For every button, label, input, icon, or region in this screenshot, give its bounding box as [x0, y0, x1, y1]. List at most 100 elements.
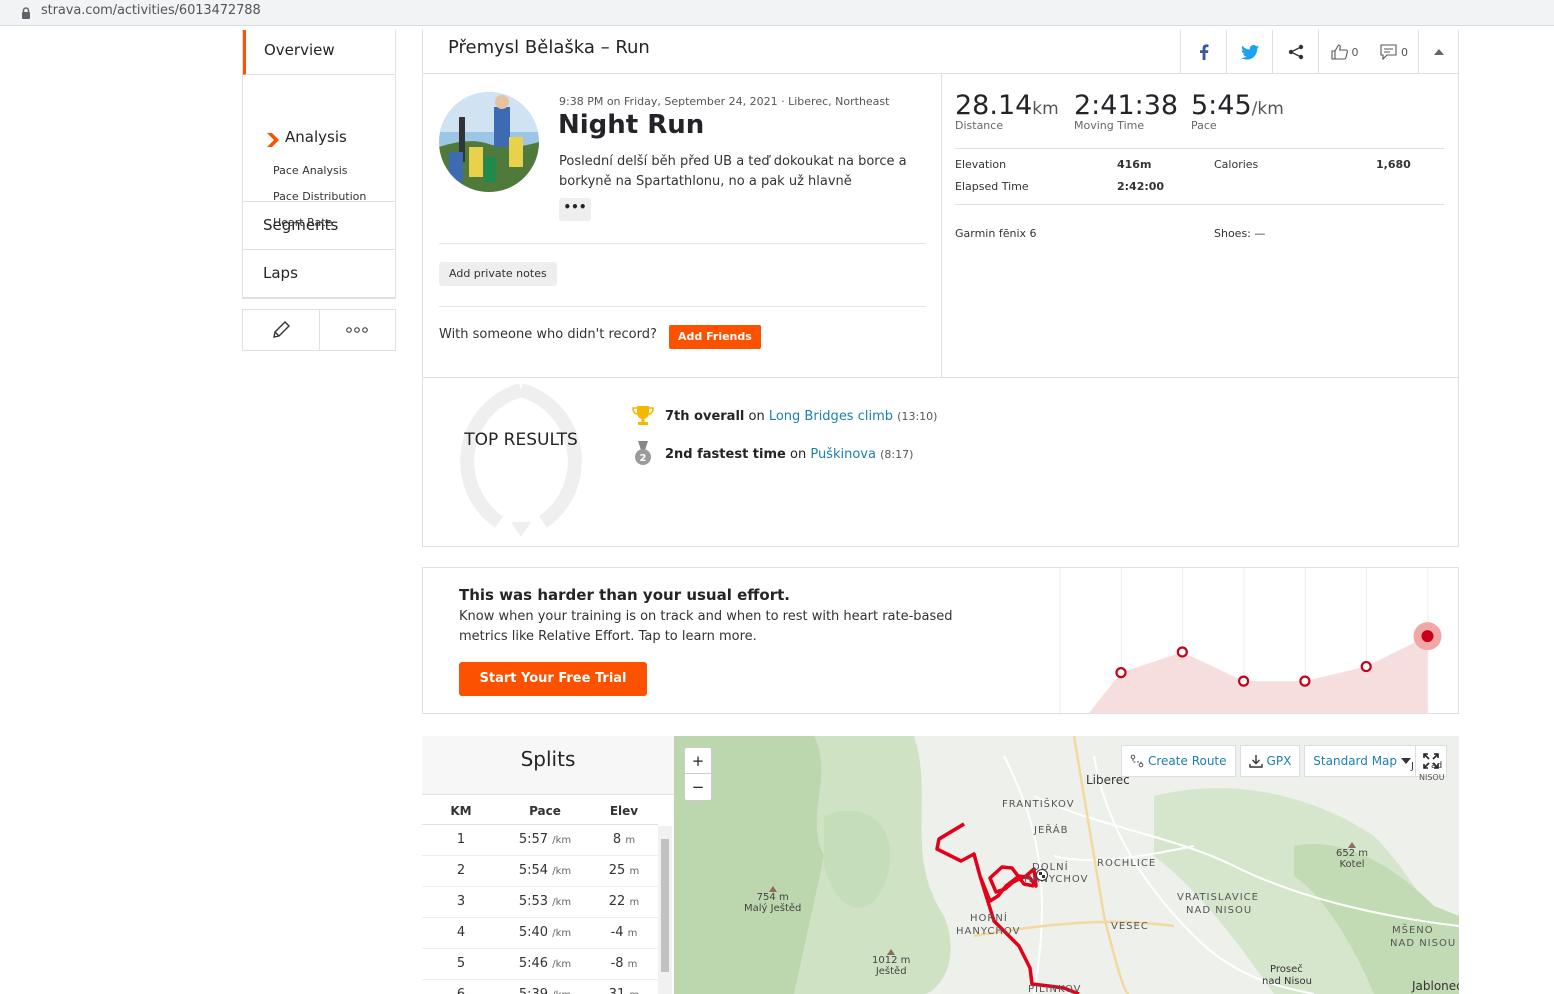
achievement-row: 7th overall on Long Bridges climb (13:10… [631, 405, 937, 427]
calories-label: Calories [1214, 158, 1259, 171]
moving-time-value: 2:41:38 [1074, 90, 1179, 121]
shoes-info: Shoes: — [1214, 227, 1266, 240]
map-label: NAD NISOU [1390, 938, 1457, 949]
split-elev-unit: m [627, 928, 638, 939]
split-pace-value: 5:46 [518, 956, 549, 971]
segment-link-puskinova[interactable]: Puškinova [810, 447, 876, 462]
svg-text:2: 2 [640, 453, 647, 464]
collapse-button[interactable] [1418, 30, 1458, 74]
stat-distance: 28.14km Distance [955, 90, 1059, 132]
map-label: NAD NISOU [1186, 905, 1253, 916]
split-km: 4 [422, 917, 500, 949]
split-pace-unit: /km [552, 897, 572, 908]
twitter-share-button[interactable] [1226, 30, 1272, 74]
distance-value: 28.14 [955, 90, 1033, 121]
add-private-notes-button[interactable]: Add private notes [439, 262, 557, 286]
ellipsis-icon [346, 327, 369, 333]
split-elev: 31 m [590, 979, 658, 994]
map-label: JEŘÁB [1034, 825, 1069, 836]
split-pace-value: 5:57 [518, 832, 549, 847]
split-pace: 5:54 /km [500, 855, 590, 887]
pace-value: 5:45 [1191, 90, 1252, 121]
split-pace-value: 5:40 [518, 925, 549, 940]
split-km: 6 [422, 979, 500, 994]
sidebar-item-analysis[interactable]: Analysis [285, 128, 347, 146]
split-km: 5 [422, 948, 500, 980]
url-text[interactable]: strava.com/activities/6013472788 [41, 3, 261, 18]
split-elev-unit: m [627, 959, 638, 970]
divider [439, 243, 926, 244]
split-pace-unit: /km [552, 866, 572, 877]
split-pace-value: 5:39 [519, 987, 548, 994]
split-elev-value: 31 [609, 987, 626, 994]
map-label: VESEC [1111, 921, 1149, 932]
activity-title: Night Run [558, 110, 705, 140]
split-row: 2 5:54 /km 25 m [422, 855, 658, 887]
segment-link-long-bridges[interactable]: Long Bridges climb [769, 409, 893, 424]
sidebar-item-overview[interactable]: Overview [243, 30, 395, 75]
split-elev: 25 m [590, 855, 658, 887]
map-label: J [1411, 761, 1414, 772]
split-pace-value: 5:53 [518, 894, 549, 909]
map-label: VRATISLAVICE [1177, 892, 1259, 903]
map-label: HANYCHOV [956, 926, 1021, 937]
sidebar-item-laps[interactable]: Laps [243, 250, 395, 298]
split-km: 2 [422, 855, 500, 887]
stat-pace: 5:45/km Pace [1191, 90, 1284, 132]
relative-effort-chart [1059, 568, 1442, 713]
split-row: 5 5:46 /km -8 m [422, 948, 658, 980]
pace-unit: /km [1251, 99, 1284, 119]
caret-up-icon [1433, 49, 1444, 55]
map-label: Proseč [1270, 964, 1303, 975]
start-free-trial-button[interactable]: Start Your Free Trial [459, 662, 647, 696]
peak-name: Ještěd [875, 966, 907, 977]
more-actions-button[interactable] [320, 310, 396, 350]
avatar-photo [439, 92, 539, 192]
add-friends-button[interactable]: Add Friends [669, 325, 761, 349]
map-label: MŠENO [1392, 925, 1434, 936]
comments-button[interactable]: 0 [1370, 30, 1418, 74]
split-pace-unit: /km [552, 928, 572, 939]
route-map[interactable]: + − Create Route GPX Standard Map Libere… [674, 736, 1459, 994]
zoom-in-button[interactable]: + [685, 748, 711, 774]
effort-point [1360, 660, 1372, 673]
sidebar-item-pace-analysis[interactable]: Pace Analysis [273, 164, 348, 177]
address-bar[interactable]: strava.com/activities/6013472788 [0, 0, 1554, 26]
scrollbar-thumb[interactable] [661, 839, 669, 972]
gpx-download-button[interactable]: GPX [1239, 745, 1301, 777]
activity-meta: 9:38 PM on Friday, September 24, 2021 · … [559, 95, 890, 108]
trophy-icon [632, 406, 654, 425]
facebook-share-button[interactable] [1180, 30, 1226, 74]
route-icon [1130, 754, 1144, 768]
splits-title: Splits [422, 736, 674, 795]
splits-scrollbar[interactable] [658, 826, 672, 994]
zoom-out-button[interactable]: − [685, 774, 711, 800]
show-more-button[interactable]: ••• [559, 198, 591, 221]
activity-header-title: Přemysl Bělaška – Run [448, 37, 650, 58]
share-button[interactable] [1272, 30, 1318, 74]
split-elev-value: -4 [610, 925, 624, 940]
stat-moving-time: 2:41:38 Moving Time [1074, 90, 1178, 132]
split-pace: 5:40 /km [500, 917, 590, 949]
map-label: HANYCHOV [1024, 874, 1089, 885]
sidebar-item-pace-distribution[interactable]: Pace Distribution [273, 190, 366, 203]
effort-area [1089, 636, 1428, 713]
map-label: Liberec [1086, 773, 1130, 787]
peak-marker: 1012 m Ještěd [872, 949, 910, 977]
with-someone-text: With someone who didn't record? [439, 327, 657, 342]
map-label: nad Nisou [1262, 976, 1312, 987]
sidebar-item-heart-rate[interactable]: Heart Rate [273, 216, 332, 229]
achievement-rank: 7th overall [665, 408, 745, 424]
map-type-select[interactable]: Standard Map [1304, 745, 1421, 777]
effort-point [1176, 646, 1188, 658]
zoom-controls: + − [684, 747, 712, 801]
edit-button[interactable] [243, 310, 320, 350]
elevation-value: 416m [1117, 158, 1152, 171]
header-actions: 0 0 [1180, 30, 1458, 74]
athlete-avatar[interactable] [439, 92, 539, 192]
kudos-button[interactable]: 0 [1318, 30, 1370, 74]
chevron-right-icon [267, 133, 279, 147]
split-elev-unit: m [629, 897, 640, 908]
create-route-button[interactable]: Create Route [1121, 745, 1236, 777]
column-header-elev: Elev [590, 798, 658, 825]
